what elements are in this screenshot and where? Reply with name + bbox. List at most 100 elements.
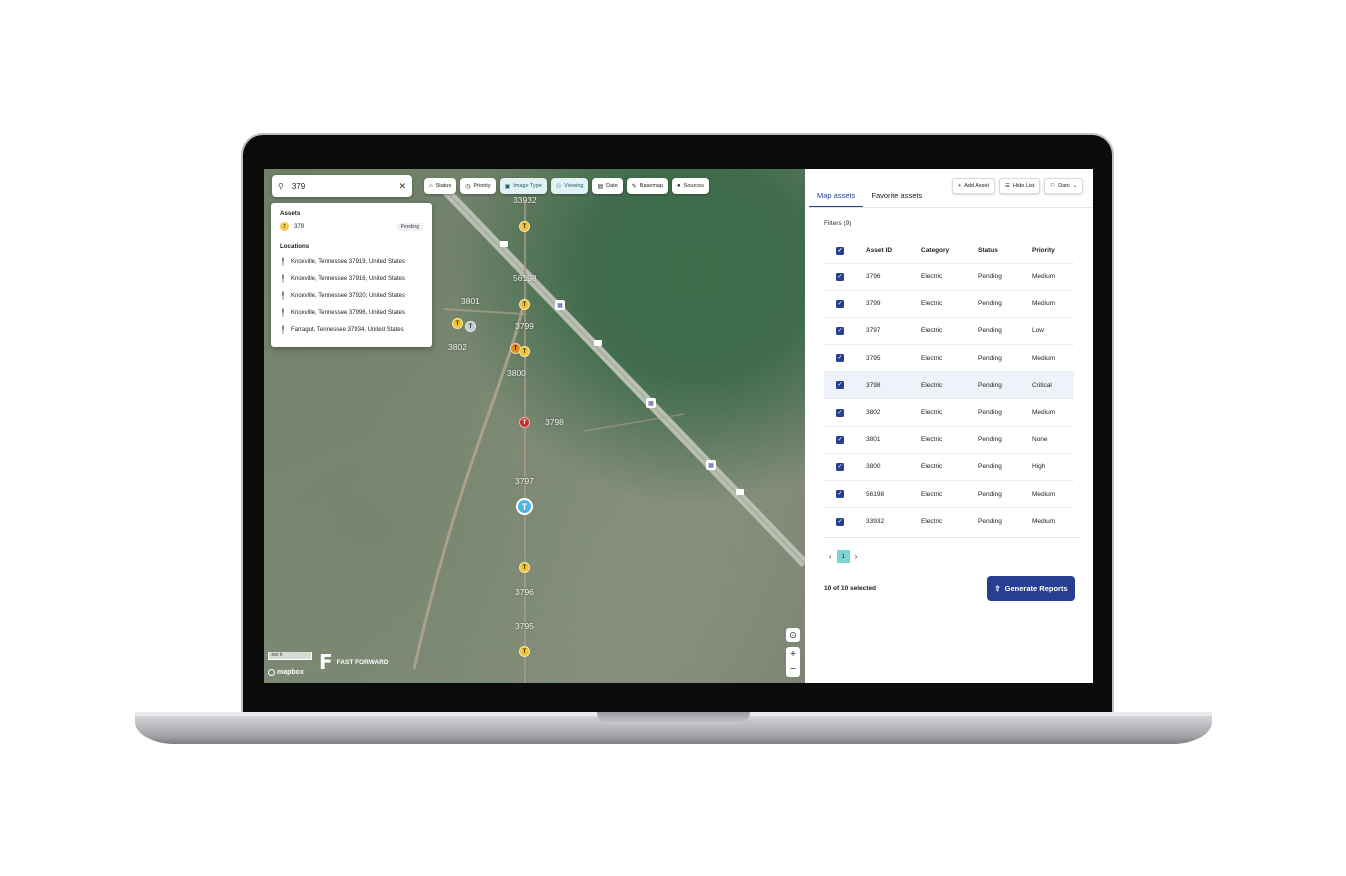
table-row[interactable]: ✓ 56198 Electric Pending Medium <box>824 479 1074 508</box>
location-result[interactable]: ╿ Knoxville, Tennessee 37916, United Stat… <box>280 274 423 284</box>
locations-heading: Locations <box>280 243 310 250</box>
cell-priority: Critical <box>1032 371 1074 399</box>
generate-reports-label: Generate Reports <box>1004 584 1068 593</box>
asset-marker-yellow[interactable]: T <box>519 346 530 357</box>
table-row[interactable]: ✓ 3800 Electric Pending High <box>824 452 1074 481</box>
zoom-in-button[interactable]: + <box>786 647 800 662</box>
row-checkbox[interactable]: ✓ <box>836 326 844 335</box>
plus-icon: + <box>958 183 962 189</box>
table-row[interactable]: ✓ 3795 Electric Pending Medium <box>824 344 1074 372</box>
user-name: Dani <box>1058 183 1070 189</box>
column-header[interactable]: Status <box>978 239 1032 263</box>
cell-status: Pending <box>978 316 1032 345</box>
cell-priority: None <box>1032 425 1074 454</box>
asset-marker-yellow[interactable]: T <box>519 299 530 310</box>
pencil-icon: ✎ <box>631 183 637 190</box>
column-header[interactable]: Priority <box>1032 239 1074 263</box>
select-all-checkbox[interactable]: ✓ <box>836 246 844 255</box>
next-page-icon[interactable]: › <box>855 552 858 561</box>
map[interactable]: 33932 T 56198 T ▦ 3801 T T 3799 3802 T T… <box>264 169 805 683</box>
table-row-highlighted[interactable]: ✓ 3798 Electric Pending Critical <box>824 371 1074 399</box>
panel-tabs: Map assets Favorite assets <box>809 187 930 207</box>
filter-basemap[interactable]: ✎ Basemap <box>626 178 669 194</box>
row-checkbox[interactable]: ✓ <box>836 490 844 499</box>
asset-marker-yellow[interactable]: T <box>519 221 530 232</box>
cell-id: 3797 <box>866 316 921 345</box>
pin-icon: ╿ <box>280 293 286 300</box>
cell-priority: Medium <box>1032 289 1074 318</box>
generate-reports-button[interactable]: ⇪ Generate Reports <box>987 576 1075 601</box>
row-checkbox[interactable]: ✓ <box>836 299 844 308</box>
prev-page-icon[interactable]: ‹ <box>829 552 832 561</box>
cell-status: Pending <box>978 371 1032 399</box>
row-checkbox[interactable]: ✓ <box>836 354 844 363</box>
geolocate-button[interactable]: ⊙ <box>786 628 800 642</box>
location-label: Knoxville, Tennessee 37919, United State… <box>291 259 405 265</box>
filter-priority[interactable]: ◷ Priority <box>460 178 496 194</box>
filter-label: Sources <box>683 183 704 189</box>
table-header: ✓ Asset ID Category Status Priority <box>824 239 1074 263</box>
table-row[interactable]: ✓ 3802 Electric Pending Medium <box>824 398 1074 427</box>
table-row[interactable]: ✓ 3796 Electric Pending Medium <box>824 262 1074 291</box>
row-checkbox[interactable]: ✓ <box>836 517 844 526</box>
cell-id: 3802 <box>866 398 921 427</box>
asset-result[interactable]: T 379 Pending <box>280 222 423 231</box>
asset-marker-icon: T <box>280 222 289 231</box>
row-checkbox[interactable]: ✓ <box>836 381 844 390</box>
column-header[interactable]: Category <box>921 239 978 263</box>
camera-icon[interactable]: ▦ <box>706 460 716 470</box>
location-result[interactable]: ╿ Farragut, Tennessee 37934, United State… <box>280 325 423 335</box>
row-checkbox[interactable]: ✓ <box>836 435 844 444</box>
cell-category: Electric <box>921 425 978 454</box>
drop-icon: ● <box>677 183 681 189</box>
filter-date[interactable]: ▤ Date <box>592 178 623 194</box>
list-icon: ☰ <box>1005 183 1010 189</box>
cell-id: 3800 <box>866 452 921 481</box>
page-number[interactable]: 1 <box>836 550 850 563</box>
asset-marker-selected[interactable]: T <box>516 498 533 515</box>
row-checkbox[interactable]: ✓ <box>836 272 844 281</box>
road-shield-icon <box>736 489 744 495</box>
location-result[interactable]: ╿ Knoxville, Tennessee 37919, United Stat… <box>280 257 423 267</box>
user-icon: ⚐ <box>1050 183 1056 189</box>
calendar-icon: ▤ <box>597 183 604 190</box>
search-bar[interactable]: ⚲ 379 ✕ <box>272 175 412 197</box>
add-asset-button[interactable]: + Add Asset <box>952 178 995 194</box>
cell-status: Pending <box>978 398 1032 427</box>
column-header[interactable]: Asset ID <box>866 239 921 263</box>
asset-marker-red[interactable]: T <box>519 417 530 428</box>
asset-marker-yellow[interactable]: T <box>519 646 530 657</box>
user-menu-button[interactable]: ⚐ Dani ⌄ <box>1044 178 1084 194</box>
table-row[interactable]: ✓ 3799 Electric Pending Medium <box>824 289 1074 318</box>
asset-marker-grey[interactable]: T <box>465 321 476 332</box>
marker-label: 3801 <box>461 296 480 306</box>
camera-icon[interactable]: ▦ <box>555 300 565 310</box>
hide-list-button[interactable]: ☰ Hide List <box>999 178 1041 194</box>
table-row[interactable]: ✓ 3797 Electric Pending Low <box>824 316 1074 345</box>
clear-icon[interactable]: ✕ <box>398 181 406 192</box>
filter-label: Basemap <box>639 183 664 189</box>
table-row[interactable]: ✓ 3801 Electric Pending None <box>824 425 1074 454</box>
table-row[interactable]: ✓ 33932 Electric Pending Medium <box>824 507 1074 535</box>
location-result[interactable]: ╿ Knoxville, Tennessee 37996, United Stat… <box>280 308 423 318</box>
cell-priority: Low <box>1032 316 1074 345</box>
tab-map-assets[interactable]: Map assets <box>809 187 864 207</box>
camera-icon[interactable]: ▦ <box>646 398 656 408</box>
marker-label: 3795 <box>515 621 534 631</box>
search-input[interactable]: 379 <box>292 182 399 191</box>
row-checkbox[interactable]: ✓ <box>836 408 844 417</box>
tab-favorite-assets[interactable]: Favorite assets <box>863 187 930 207</box>
filter-viewing[interactable]: ⚇ Viewing <box>550 178 589 194</box>
row-checkbox[interactable]: ✓ <box>836 462 844 471</box>
asset-marker-yellow[interactable]: T <box>519 562 530 573</box>
zoom-out-button[interactable]: − <box>786 662 800 677</box>
filter-status[interactable]: ⌂ Status <box>424 178 457 194</box>
filter-sources[interactable]: ● Sources <box>672 178 709 194</box>
location-result[interactable]: ╿ Knoxville, Tennessee 37920, United Stat… <box>280 291 423 301</box>
asset-marker-yellow[interactable]: T <box>452 318 463 329</box>
filter-image-type[interactable]: ▣ Image Type <box>499 178 547 194</box>
filters-count[interactable]: Filters (9) <box>824 220 851 227</box>
table-divider <box>824 537 1081 538</box>
cell-category: Electric <box>921 398 978 427</box>
mapbox-logo: mapbox <box>268 669 304 676</box>
